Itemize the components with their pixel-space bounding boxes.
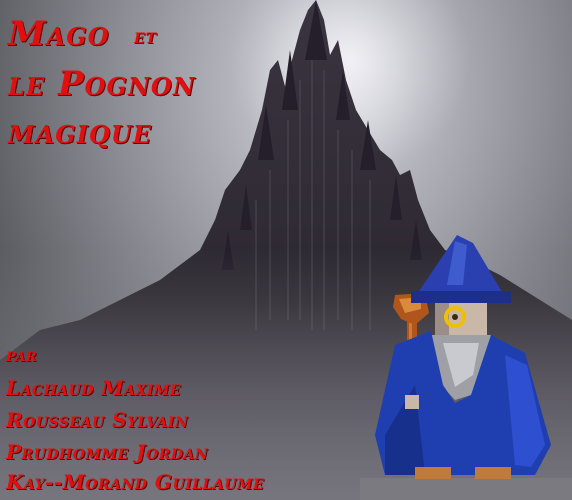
credit-author-1: Lachaud Maxime bbox=[6, 376, 182, 400]
credit-author-2: Rousseau Sylvain bbox=[6, 408, 189, 432]
title-screen: Mago et le Pognon magique par Lachaud Ma… bbox=[0, 0, 572, 500]
title-line-2: le Pognon bbox=[8, 64, 196, 104]
credit-author-3: Prudhomme Jordan bbox=[6, 440, 209, 464]
title-line-1: Mago bbox=[8, 14, 110, 54]
title-conjunction: et bbox=[134, 24, 158, 48]
wizard-hat-icon bbox=[411, 235, 511, 303]
title-line-3: magique bbox=[8, 112, 153, 152]
credit-author-4: Kay--Morand Guillaume bbox=[6, 470, 265, 494]
wizard-sprite bbox=[375, 235, 551, 479]
credits-intro: par bbox=[6, 345, 38, 366]
